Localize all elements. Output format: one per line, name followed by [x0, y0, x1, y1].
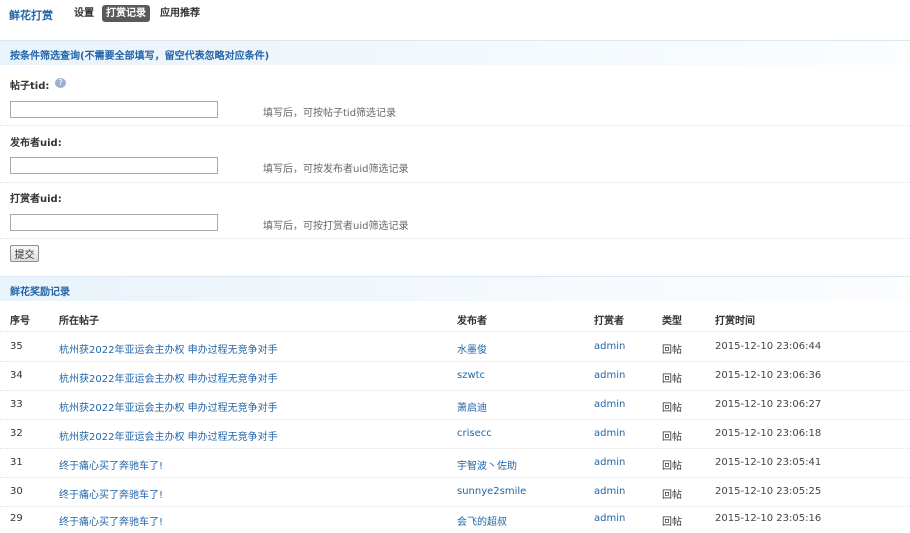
row-type: 回帖	[662, 432, 682, 443]
author-link[interactable]: sunnye2smile	[457, 486, 526, 497]
row-type: 回帖	[662, 345, 682, 356]
divider	[0, 125, 910, 126]
tipper-link[interactable]: admin	[594, 370, 625, 381]
row-type: 回帖	[662, 517, 682, 528]
tid-input[interactable]	[10, 101, 218, 118]
row-time: 2015-12-10 23:05:25	[715, 486, 822, 497]
row-time: 2015-12-10 23:05:41	[715, 457, 822, 468]
table-row: 31 终于痛心买了奔驰车了! 宇智波丶佐助 admin 回帖 2015-12-1…	[0, 448, 910, 478]
plugin-title: 鲜花打赏	[9, 9, 53, 22]
tid-label: 帖子tid:	[10, 81, 50, 92]
author-uid-label: 发布者uid:	[10, 138, 62, 149]
row-time: 2015-12-10 23:06:36	[715, 370, 822, 381]
thread-link[interactable]: 杭州获2022年亚运会主办权 申办过程无竞争对手	[59, 399, 278, 414]
thread-link[interactable]: 杭州获2022年亚运会主办权 申办过程无竞争对手	[59, 370, 278, 385]
col-time: 打赏时间	[715, 316, 755, 327]
table-row: 29 终于痛心买了奔驰车了! 会飞的超叔 admin 回帖 2015-12-10…	[0, 504, 910, 533]
row-no: 31	[10, 457, 23, 468]
thread-link[interactable]: 终于痛心买了奔驰车了!	[59, 457, 163, 472]
tipper-uid-hint: 填写后，可按打赏者uid筛选记录	[263, 221, 409, 232]
table-row: 34 杭州获2022年亚运会主办权 申办过程无竞争对手 szwtc admin …	[0, 361, 910, 391]
divider	[0, 238, 910, 239]
tab-settings[interactable]: 设置	[70, 5, 98, 22]
tab-tip-records[interactable]: 打赏记录	[102, 5, 150, 22]
row-no: 33	[10, 399, 23, 410]
author-link[interactable]: 水墨俊	[457, 341, 487, 356]
author-link[interactable]: 会飞的超叔	[457, 513, 507, 528]
col-tipper: 打赏者	[594, 316, 624, 327]
col-no: 序号	[10, 316, 30, 327]
col-type: 类型	[662, 316, 682, 327]
row-no: 35	[10, 341, 23, 352]
help-icon[interactable]: ?	[55, 78, 66, 88]
tipper-link[interactable]: admin	[594, 428, 625, 439]
author-link[interactable]: szwtc	[457, 370, 485, 381]
author-link[interactable]: crisecc	[457, 428, 492, 439]
records-header-text: 鲜花奖励记录	[10, 287, 70, 298]
tipper-uid-input[interactable]	[10, 214, 218, 231]
author-link[interactable]: 宇智波丶佐助	[457, 457, 517, 472]
row-no: 32	[10, 428, 23, 439]
tab-app-recommend[interactable]: 应用推荐	[156, 5, 204, 22]
row-no: 29	[10, 513, 23, 524]
thread-link[interactable]: 终于痛心买了奔驰车了!	[59, 513, 163, 528]
table-row: 33 杭州获2022年亚运会主办权 申办过程无竞争对手 萧启迪 admin 回帖…	[0, 390, 910, 420]
thread-link[interactable]: 终于痛心买了奔驰车了!	[59, 486, 163, 501]
col-author: 发布者	[457, 316, 487, 327]
tipper-link[interactable]: admin	[594, 457, 625, 468]
author-uid-input[interactable]	[10, 157, 218, 174]
tipper-link[interactable]: admin	[594, 513, 625, 524]
filter-header-bar: 按条件筛选查询(不需要全部填写，留空代表忽略对应条件)	[0, 40, 910, 65]
row-time: 2015-12-10 23:06:44	[715, 341, 822, 352]
row-type: 回帖	[662, 374, 682, 385]
author-link[interactable]: 萧启迪	[457, 399, 487, 414]
row-no: 34	[10, 370, 23, 381]
thread-link[interactable]: 杭州获2022年亚运会主办权 申办过程无竞争对手	[59, 428, 278, 443]
row-type: 回帖	[662, 490, 682, 501]
top-nav: 鲜花打赏 设置 打赏记录 应用推荐	[0, 0, 910, 28]
row-time: 2015-12-10 23:06:18	[715, 428, 822, 439]
row-no: 30	[10, 486, 23, 497]
thread-link[interactable]: 杭州获2022年亚运会主办权 申办过程无竞争对手	[59, 341, 278, 356]
tipper-uid-label: 打赏者uid:	[10, 194, 62, 205]
submit-button[interactable]: 提交	[10, 245, 39, 262]
filter-header-text: 按条件筛选查询(不需要全部填写，留空代表忽略对应条件)	[10, 51, 270, 62]
divider	[0, 182, 910, 183]
tipper-link[interactable]: admin	[594, 399, 625, 410]
records-table-header: 序号 所在帖子 发布者 打赏者 类型 打赏时间	[0, 305, 910, 332]
row-time: 2015-12-10 23:05:16	[715, 513, 822, 524]
tid-hint: 填写后，可按帖子tid筛选记录	[263, 108, 397, 119]
tipper-link[interactable]: admin	[594, 341, 625, 352]
table-row: 35 杭州获2022年亚运会主办权 申办过程无竞争对手 水墨俊 admin 回帖…	[0, 332, 910, 362]
table-row: 30 终于痛心买了奔驰车了! sunnye2smile admin 回帖 201…	[0, 477, 910, 507]
row-time: 2015-12-10 23:06:27	[715, 399, 822, 410]
author-uid-hint: 填写后，可按发布者uid筛选记录	[263, 164, 409, 175]
tipper-link[interactable]: admin	[594, 486, 625, 497]
row-type: 回帖	[662, 461, 682, 472]
table-row: 32 杭州获2022年亚运会主办权 申办过程无竞争对手 crisecc admi…	[0, 419, 910, 449]
records-header-bar: 鲜花奖励记录	[0, 276, 910, 301]
row-type: 回帖	[662, 403, 682, 414]
col-thread: 所在帖子	[59, 316, 99, 327]
